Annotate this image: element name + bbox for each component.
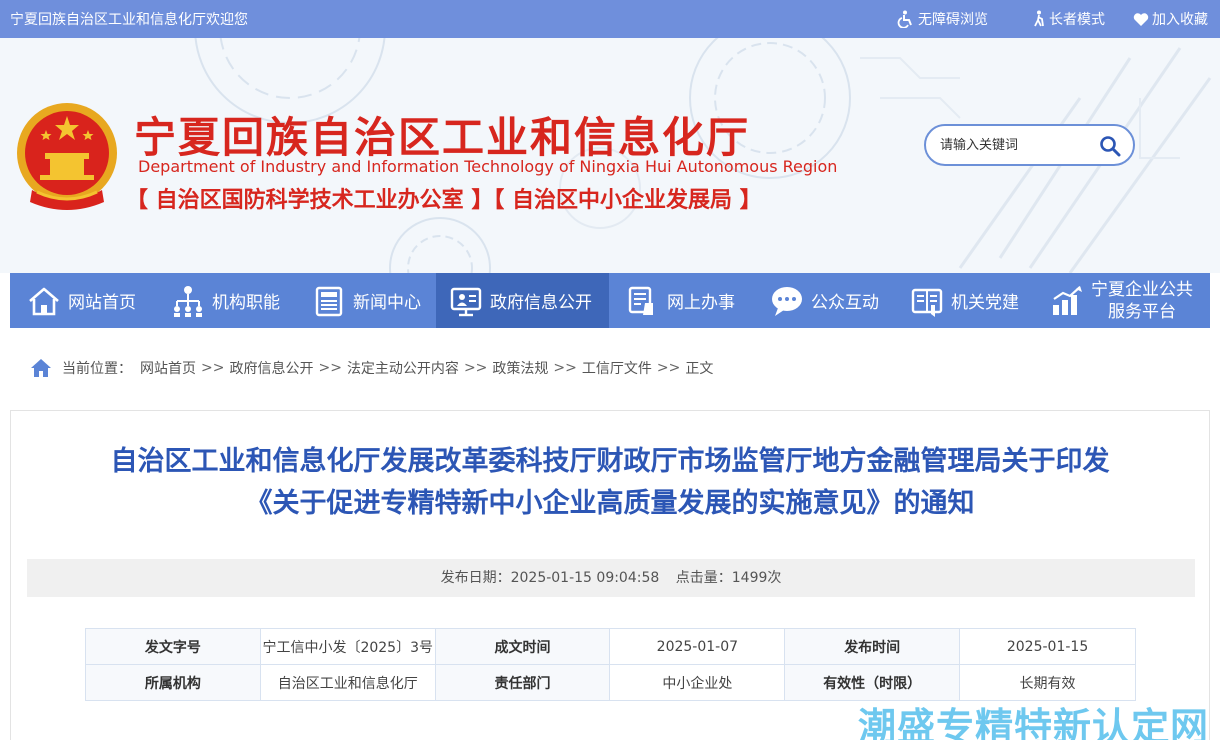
search-icon[interactable] — [1099, 135, 1121, 157]
breadcrumb-link[interactable]: 政府信息公开 — [229, 358, 313, 378]
nav-label: 公众互动 — [811, 293, 879, 313]
table-value: 中小企业处 — [609, 664, 786, 701]
article-title-line1: 自治区工业和信息化厅发展改革委科技厅财政厅市场监管厅地方金融管理局关于印发 — [110, 446, 1110, 477]
breadcrumb-link[interactable]: 法定主动公开内容 — [347, 358, 459, 378]
publish-date-value: 2025-01-15 09:04:58 — [510, 570, 660, 586]
home-icon — [29, 287, 59, 315]
breadcrumb-separator: >> — [463, 360, 488, 376]
home-icon — [31, 359, 51, 377]
nav-label: 政府信息公开 — [490, 293, 592, 313]
nav-item-party-building[interactable]: 机关党建 — [895, 273, 1035, 328]
table-key: 发文字号 — [85, 628, 261, 665]
monitor-icon — [450, 287, 482, 316]
table-key: 责任部门 — [434, 664, 611, 701]
article-panel: 自治区工业和信息化厅发展改革委科技厅财政厅市场监管厅地方金融管理局关于印发 《关… — [10, 410, 1210, 740]
breadcrumb-prefix: 当前位置： — [62, 361, 132, 377]
breadcrumb: 当前位置： 网站首页 >> 政府信息公开 >> 法定主动公开内容 >> 政策法规… — [30, 358, 713, 378]
nav-item-online-service[interactable]: 网上办事 — [609, 273, 755, 328]
publish-date-label: 发布日期： — [440, 570, 511, 586]
org-chart-icon — [174, 285, 202, 317]
table-value: 宁工信中小发〔2025〕3号 — [259, 628, 436, 665]
table-key: 发布时间 — [784, 628, 961, 665]
breadcrumb-separator: >> — [656, 360, 681, 376]
nav-item-enterprise-platform[interactable]: 宁夏企业公共 服务平台 — [1035, 273, 1210, 328]
site-english-title: Department of Industry and Information T… — [138, 157, 838, 176]
nav-label: 机构职能 — [212, 293, 280, 313]
nav-item-news[interactable]: 新闻中心 — [297, 273, 436, 328]
elder-icon — [1034, 10, 1044, 27]
national-emblem-logo — [17, 103, 117, 210]
breadcrumb-separator: >> — [318, 360, 342, 376]
article-title-line2: 《关于促进专精特新中小企业高质量发展的实施意见》的通知 — [245, 488, 975, 519]
add-favorite-link[interactable]: 加入收藏 — [1133, 9, 1208, 29]
elder-mode-link[interactable]: 长者模式 — [1032, 9, 1105, 29]
nav-label: 宁夏企业公共 — [1091, 279, 1193, 300]
click-count-label: 点击量： — [675, 570, 732, 586]
nav-label: 网站首页 — [68, 293, 136, 313]
article-meta-bar: 发布日期：2025-01-15 09:04:58 点击量：1499次 — [27, 559, 1195, 597]
top-bar: 宁夏回族自治区工业和信息化厅欢迎您 无障碍浏览 长者模式 加入收藏 — [0, 0, 1220, 38]
breadcrumb-separator: >> — [553, 360, 577, 376]
welcome-text: 宁夏回族自治区工业和信息化厅欢迎您 — [10, 12, 248, 28]
site-subtitle: 【 自治区国防科学技术工业办公室 】【 自治区中小企业发展局 】 — [126, 188, 762, 213]
site-header: 宁夏回族自治区工业和信息化厅 Department of Industry an… — [0, 38, 1220, 273]
table-key: 所属机构 — [85, 664, 261, 701]
click-count: 点击量：1499次 — [676, 570, 782, 586]
document-icon — [911, 288, 943, 317]
breadcrumb-separator: >> — [201, 360, 225, 376]
nav-item-gov-info[interactable]: 政府信息公开 — [436, 273, 609, 328]
nav-label: 新闻中心 — [353, 293, 421, 313]
document-info-table: 发文字号 宁工信中小发〔2025〕3号 成文时间 2025-01-07 发布时间… — [85, 628, 1136, 701]
nav-item-home[interactable]: 网站首页 — [10, 273, 156, 328]
nav-item-org[interactable]: 机构职能 — [156, 273, 297, 328]
nav-label: 机关党建 — [951, 293, 1019, 313]
click-count-value: 1499次 — [731, 570, 782, 586]
accessible-browse-link[interactable]: 无障碍浏览 — [897, 9, 988, 29]
accessible-label: 无障碍浏览 — [918, 12, 988, 28]
table-value: 2025-01-07 — [609, 628, 786, 665]
heart-icon — [1133, 12, 1149, 26]
nav-label: 网上办事 — [667, 293, 735, 313]
breadcrumb-current: 正文 — [685, 361, 714, 377]
article-title: 自治区工业和信息化厅发展改革委科技厅财政厅市场监管厅地方金融管理局关于印发 《关… — [11, 441, 1209, 525]
breadcrumb-link[interactable]: 工信厅文件 — [582, 358, 652, 378]
favorite-label: 加入收藏 — [1152, 12, 1208, 28]
search-box — [924, 124, 1135, 166]
online-service-icon — [628, 286, 653, 315]
table-key: 成文时间 — [434, 628, 611, 665]
newspaper-icon — [315, 286, 343, 316]
nav-label-line2: 服务平台 — [1108, 301, 1176, 322]
publish-date: 发布日期：2025-01-15 09:04:58 — [441, 570, 660, 586]
table-row: 发文字号 宁工信中小发〔2025〕3号 成文时间 2025-01-07 发布时间… — [85, 628, 1136, 665]
bar-chart-icon — [1053, 285, 1082, 315]
watermark-text: 潮盛专精特新认定网 — [858, 705, 1210, 740]
breadcrumb-link[interactable]: 网站首页 — [140, 358, 196, 378]
wheelchair-icon — [897, 10, 912, 28]
main-nav: 网站首页 机构职能 新闻中心 政府信息公开 网上办事 公众互动 机关党建 宁夏企… — [10, 273, 1210, 328]
site-title: 宁夏回族自治区工业和信息化厅 — [134, 113, 751, 162]
nav-item-public-interaction[interactable]: 公众互动 — [755, 273, 895, 328]
table-value: 2025-01-15 — [959, 628, 1136, 665]
elder-label: 长者模式 — [1049, 12, 1105, 28]
chat-bubble-icon — [772, 286, 802, 316]
search-input[interactable] — [940, 135, 1090, 155]
breadcrumb-link[interactable]: 政策法规 — [492, 358, 548, 378]
table-value: 自治区工业和信息化厅 — [259, 664, 436, 701]
